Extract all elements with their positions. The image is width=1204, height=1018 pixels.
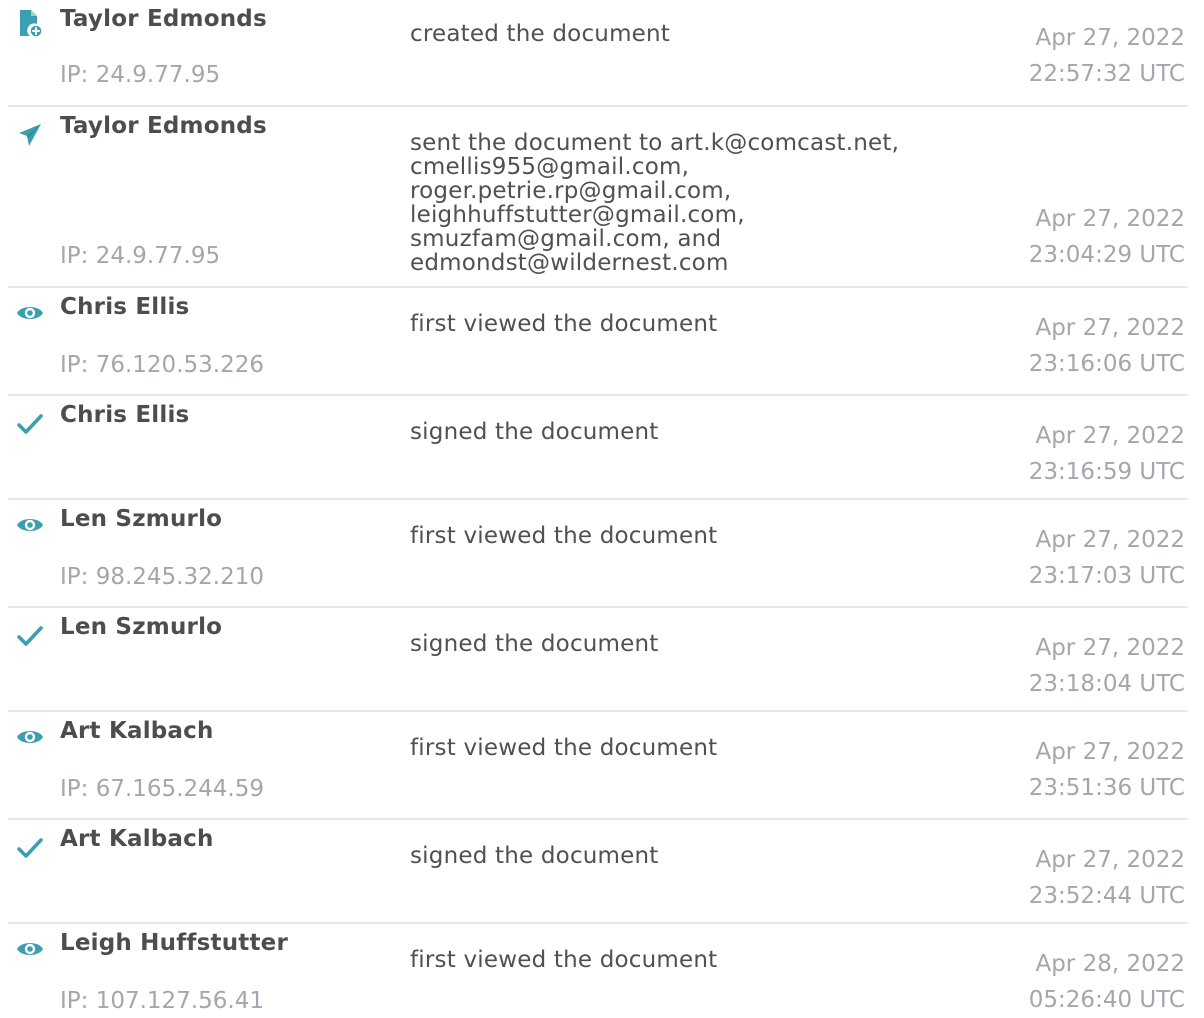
actor-name: Chris Ellis (60, 294, 190, 320)
event-timestamp: Apr 27, 2022 23:17:03 UTC (1029, 522, 1185, 594)
event-date: Apr 27, 2022 (1035, 527, 1185, 553)
event-date: Apr 27, 2022 (1035, 25, 1185, 51)
event-date: Apr 27, 2022 (1035, 315, 1185, 341)
eye-icon (16, 935, 44, 963)
audit-event-row: Taylor Edmonds IP: 24.9.77.95 sent the d… (8, 107, 1188, 288)
eye-icon (16, 299, 44, 327)
actor-ip: IP: 76.120.53.226 (60, 352, 264, 378)
audit-event-row: Chris Ellis signed the document Apr 27, … (8, 396, 1188, 500)
check-icon (16, 410, 44, 438)
actor-name: Len Szmurlo (60, 614, 223, 640)
event-date: Apr 27, 2022 (1035, 635, 1185, 661)
event-date: Apr 28, 2022 (1035, 951, 1185, 977)
event-date: Apr 27, 2022 (1035, 206, 1185, 232)
event-time: 22:57:32 UTC (1028, 61, 1185, 87)
audit-event-row: Len Szmurlo IP: 98.245.32.210 first view… (8, 500, 1188, 608)
document-add-icon (16, 10, 44, 38)
actor-name: Taylor Edmonds (60, 6, 267, 32)
eye-icon (16, 511, 44, 539)
event-date: Apr 27, 2022 (1035, 847, 1185, 873)
event-timestamp: Apr 27, 2022 23:51:36 UTC (1029, 734, 1185, 806)
event-time: 23:18:04 UTC (1028, 671, 1185, 697)
event-action: signed the document (410, 419, 659, 445)
event-time: 23:16:59 UTC (1028, 459, 1185, 485)
eye-icon (16, 723, 44, 751)
actor-ip: IP: 67.165.244.59 (60, 776, 264, 802)
event-action: first viewed the document (410, 735, 718, 761)
actor-ip: IP: 98.245.32.210 (60, 564, 264, 590)
event-timestamp: Apr 27, 2022 23:16:06 UTC (1029, 310, 1185, 382)
audit-event-row: Leigh Huffstutter IP: 107.127.56.41 firs… (8, 924, 1188, 1014)
event-time: 23:17:03 UTC (1028, 563, 1185, 589)
actor-name: Taylor Edmonds (60, 113, 267, 139)
event-timestamp: Apr 27, 2022 22:57:32 UTC (1029, 20, 1185, 92)
audit-trail-list: Taylor Edmonds IP: 24.9.77.95 created th… (0, 0, 1204, 1014)
audit-event-row: Art Kalbach IP: 67.165.244.59 first view… (8, 712, 1188, 820)
event-action: sent the document to art.k@comcast.net, … (410, 130, 900, 276)
event-time: 23:51:36 UTC (1028, 775, 1185, 801)
actor-ip: IP: 24.9.77.95 (60, 243, 221, 269)
audit-event-row: Art Kalbach signed the document Apr 27, … (8, 820, 1188, 924)
event-action: signed the document (410, 631, 659, 657)
check-icon (16, 622, 44, 650)
event-action: created the document (410, 21, 671, 47)
send-icon (16, 121, 44, 149)
event-action: first viewed the document (410, 947, 718, 973)
actor-name: Art Kalbach (60, 718, 214, 744)
event-timestamp: Apr 27, 2022 23:52:44 UTC (1029, 842, 1185, 914)
event-timestamp: Apr 27, 2022 23:04:29 UTC (1029, 201, 1185, 273)
check-icon (16, 834, 44, 862)
event-timestamp: Apr 27, 2022 23:16:59 UTC (1029, 418, 1185, 490)
event-time: 23:52:44 UTC (1028, 883, 1185, 909)
audit-event-row: Taylor Edmonds IP: 24.9.77.95 created th… (8, 0, 1188, 107)
event-date: Apr 27, 2022 (1035, 739, 1185, 765)
audit-event-row: Len Szmurlo signed the document Apr 27, … (8, 608, 1188, 712)
actor-name: Chris Ellis (60, 402, 190, 428)
actor-ip: IP: 107.127.56.41 (60, 988, 264, 1014)
audit-event-row: Chris Ellis IP: 76.120.53.226 first view… (8, 288, 1188, 396)
event-date: Apr 27, 2022 (1035, 423, 1185, 449)
actor-ip: IP: 24.9.77.95 (60, 62, 221, 88)
event-time: 23:04:29 UTC (1028, 242, 1185, 268)
event-timestamp: Apr 28, 2022 05:26:40 UTC (1029, 946, 1185, 1018)
event-action: first viewed the document (410, 523, 718, 549)
actor-name: Leigh Huffstutter (60, 930, 289, 956)
actor-name: Art Kalbach (60, 826, 214, 852)
event-action: signed the document (410, 843, 659, 869)
actor-name: Len Szmurlo (60, 506, 223, 532)
event-timestamp: Apr 27, 2022 23:18:04 UTC (1029, 630, 1185, 702)
event-time: 23:16:06 UTC (1028, 351, 1185, 377)
event-action: first viewed the document (410, 311, 718, 337)
